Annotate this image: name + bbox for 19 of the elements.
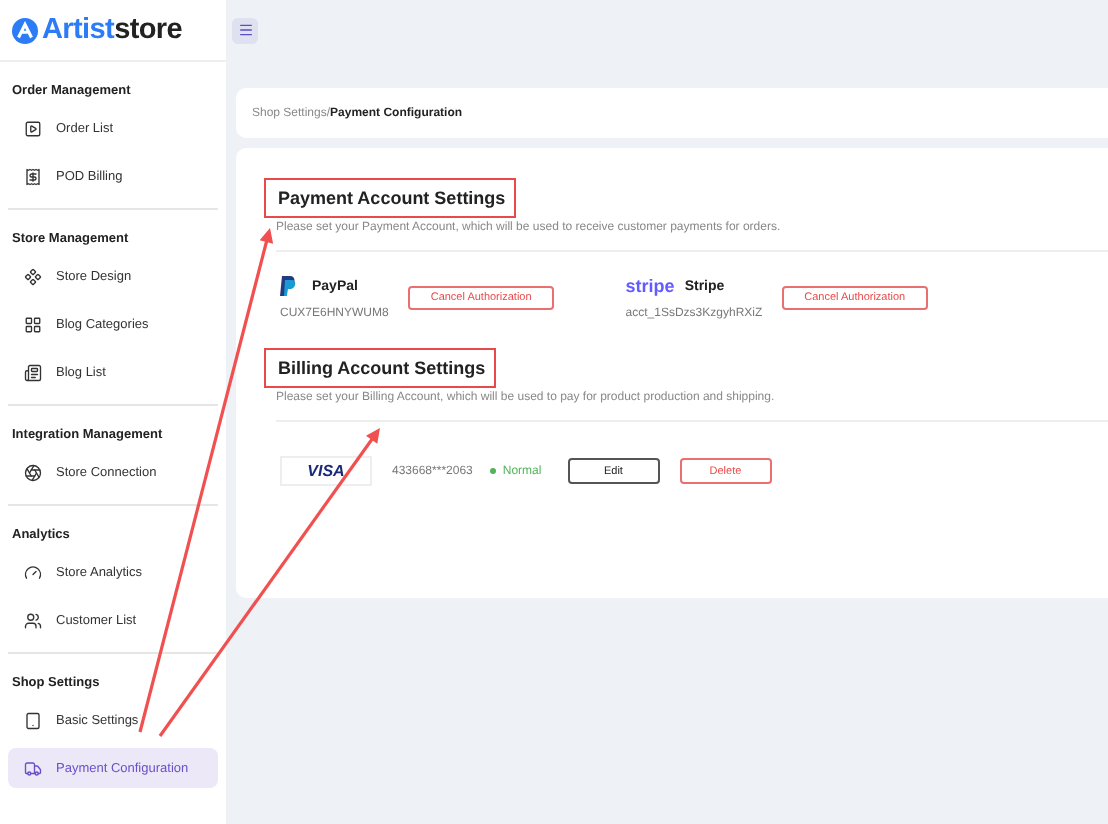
paypal-logo bbox=[280, 276, 296, 296]
section-title: Billing Account Settings bbox=[264, 348, 496, 388]
menu-icon bbox=[237, 22, 253, 38]
users-icon bbox=[24, 611, 42, 629]
logo-text: Artiststore bbox=[42, 14, 183, 46]
stripe-logo: stripe bbox=[625, 276, 675, 296]
menu-button[interactable] bbox=[232, 17, 258, 43]
card-brand-logo: VISA bbox=[280, 456, 372, 486]
grid-icon bbox=[24, 315, 42, 333]
newspaper-icon bbox=[24, 363, 42, 381]
gauge-icon bbox=[24, 563, 42, 581]
aperture-icon bbox=[24, 463, 42, 481]
truck-icon bbox=[24, 759, 42, 777]
receipt-icon bbox=[24, 167, 42, 185]
logo-icon bbox=[12, 17, 38, 43]
section-title: Payment Account Settings bbox=[264, 178, 516, 218]
play-square-icon bbox=[24, 119, 42, 137]
tablet-icon bbox=[24, 711, 42, 729]
components-icon bbox=[24, 267, 42, 285]
